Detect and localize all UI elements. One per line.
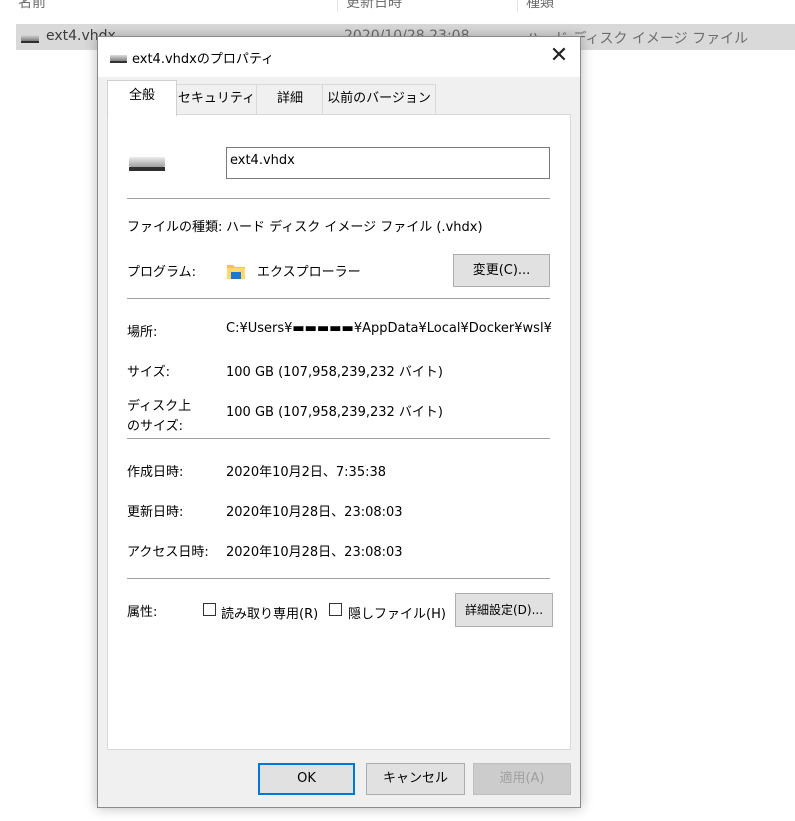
close-button[interactable]: ✕ [538, 37, 580, 75]
created-value: 2020年10月2日、7:35:38 [226, 465, 387, 480]
divider [127, 578, 550, 579]
cancel-button[interactable]: キャンセル [366, 763, 465, 795]
tab-security[interactable]: セキュリティ [175, 84, 258, 115]
column-separator [517, 0, 518, 12]
column-separator [337, 0, 338, 12]
dialog-title: ext4.vhdxのプロパティ [132, 52, 275, 67]
tab-details[interactable]: 詳細 [256, 84, 324, 115]
divider [127, 198, 550, 199]
tab-previous-versions[interactable]: 以前のバージョン [322, 84, 436, 115]
hidden-checkbox[interactable] [329, 603, 342, 616]
program-label: プログラム: [127, 265, 196, 280]
disk-drive-icon [21, 35, 39, 43]
file-type-value: ハード ディスク イメージ ファイル (.vhdx) [226, 220, 483, 235]
change-program-button[interactable]: 変更(C)... [453, 254, 550, 287]
apply-button[interactable]: 適用(A) [473, 763, 571, 795]
size-label: サイズ: [127, 365, 170, 380]
divider [127, 298, 550, 299]
location-label: 場所: [127, 325, 158, 340]
divider [127, 438, 550, 439]
advanced-button[interactable]: 詳細設定(D)... [455, 593, 553, 627]
modified-value: 2020年10月28日、23:08:03 [226, 505, 403, 520]
size-value: 100 GB (107,958,239,232 バイト) [226, 365, 443, 380]
column-header-name[interactable]: 名前 [18, 0, 46, 12]
disk-size-value: 100 GB (107,958,239,232 バイト) [226, 405, 443, 420]
created-label: 作成日時: [127, 465, 184, 480]
disk-drive-icon [110, 55, 127, 63]
hidden-label[interactable]: 隠しファイル(H) [348, 603, 446, 622]
accessed-value: 2020年10月28日、23:08:03 [226, 545, 403, 560]
program-value: エクスプローラー [257, 265, 361, 280]
column-header-type[interactable]: 種類 [526, 0, 554, 12]
location-value: C:¥Users¥▬▬▬▬▬¥AppData¥Local¥Docker¥wsl¥… [226, 321, 552, 336]
accessed-label: アクセス日時: [127, 545, 209, 560]
disk-drive-icon [129, 157, 165, 171]
folder-icon [227, 265, 245, 279]
readonly-checkbox[interactable] [203, 603, 216, 616]
readonly-label[interactable]: 読み取り専用(R) [221, 603, 318, 622]
ok-button[interactable]: OK [258, 763, 355, 795]
general-tab-panel: ext4.vhdx ファイルの種類: ハード ディスク イメージ ファイル (.… [107, 114, 571, 750]
attributes-label: 属性: [127, 605, 158, 620]
tab-general[interactable]: 全般 [107, 80, 177, 116]
disk-size-label-line1: ディスク上 [127, 399, 192, 414]
filename-input[interactable]: ext4.vhdx [226, 147, 550, 179]
properties-dialog: ext4.vhdxのプロパティ ✕ 全般 セキュリティ 詳細 以前のバージョン … [97, 36, 581, 808]
column-header-modified[interactable]: 更新日時 [346, 0, 402, 12]
file-type-label: ファイルの種類: [127, 220, 223, 235]
modified-label: 更新日時: [127, 505, 184, 520]
title-bar[interactable]: ext4.vhdxのプロパティ ✕ [98, 37, 580, 77]
disk-size-label-line2: のサイズ: [127, 419, 183, 434]
